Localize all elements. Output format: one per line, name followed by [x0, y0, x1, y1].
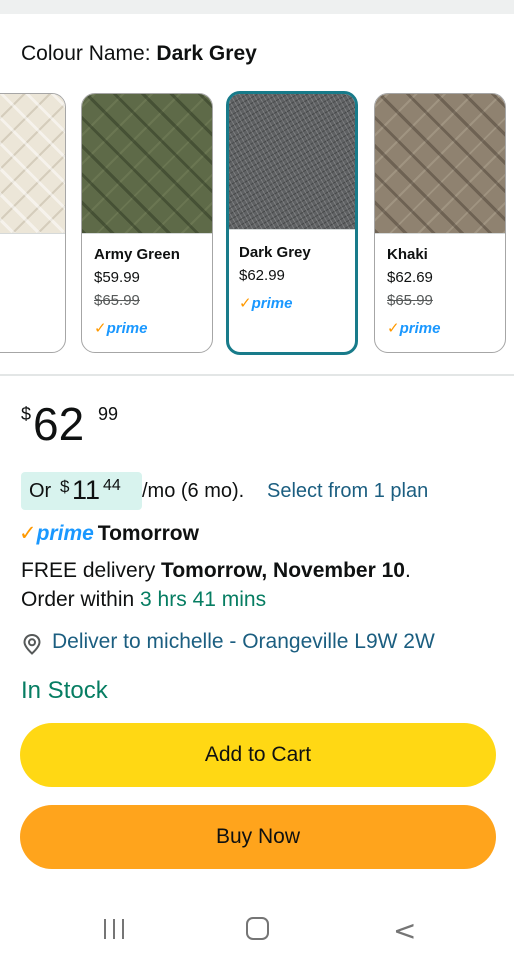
installment-term: /mo (6 mo).	[142, 480, 245, 502]
price-whole: 62	[33, 398, 85, 450]
price-currency: $	[21, 404, 32, 424]
swatch-army-green[interactable]: Army Green $59.99 $65.99 ✓prime	[81, 93, 213, 353]
swatch-name: Dark Grey	[239, 244, 311, 261]
checkmark-icon: ✓	[94, 320, 107, 337]
swatch-khaki[interactable]: Khaki $62.69 $65.99 ✓prime	[374, 93, 506, 353]
swatch-name: Army Green	[94, 246, 180, 263]
free-delivery-text: FREE delivery	[21, 559, 156, 582]
prime-word: prime	[106, 320, 148, 337]
swatch-list-price: $65.99	[387, 292, 433, 309]
swatch-image	[229, 94, 355, 230]
swatch-dark-grey[interactable]: Dark Grey $62.99 ✓prime	[226, 91, 358, 355]
add-to-cart-button[interactable]: Add to Cart	[20, 723, 496, 787]
location-pin-icon	[23, 633, 41, 655]
swatch-cream[interactable]	[0, 93, 66, 353]
swatch-prime-badge: ✓prime	[94, 319, 147, 337]
deliver-to-text: Deliver to michelle - Orangeville L9W 2W	[52, 630, 435, 653]
delivery-period: .	[404, 559, 411, 582]
checkmark-icon: ✓	[239, 295, 252, 312]
section-divider	[0, 374, 514, 376]
prime-word: prime	[251, 295, 293, 312]
colour-swatch-carousel[interactable]: Army Green $59.99 $65.99 ✓prime Dark Gre…	[0, 91, 514, 357]
swatch-image	[375, 94, 505, 234]
swatch-prime-badge: ✓prime	[387, 319, 440, 337]
checkmark-icon: ✓	[387, 320, 400, 337]
swatch-list-price: $65.99	[94, 292, 140, 309]
swatch-prime-badge: ✓prime	[239, 294, 292, 312]
swatch-name: Khaki	[387, 246, 428, 263]
prime-delivery-badge: ✓prime Tomorrow	[19, 521, 199, 549]
order-within-text: Order within	[21, 588, 135, 611]
prime-word: prime	[399, 320, 441, 337]
swatch-price: $62.99	[239, 267, 285, 284]
colour-name-value: Dark Grey	[156, 42, 257, 65]
prime-delivery-day: Tomorrow	[97, 522, 199, 545]
swatch-price: $59.99	[94, 269, 140, 286]
order-within-line: Order within 3 hrs 41 mins	[21, 585, 411, 614]
delivery-line: FREE delivery Tomorrow, November 10.	[21, 556, 411, 585]
prime-word: prime	[36, 522, 94, 545]
swatch-image	[0, 94, 65, 234]
installment-or: Or	[29, 480, 52, 502]
delivery-date: Tomorrow, November 10	[161, 559, 405, 582]
system-nav-bar: <	[0, 895, 514, 960]
installment-currency: $	[60, 477, 70, 496]
home-icon[interactable]	[246, 917, 269, 940]
installment-whole: 11	[72, 475, 101, 505]
colour-name-label: Colour Name:	[21, 42, 151, 65]
top-bar	[0, 0, 514, 14]
price-fraction: 99	[98, 404, 119, 424]
colour-name-heading: Colour Name: Dark Grey	[21, 42, 257, 66]
swatch-price: $62.69	[387, 269, 433, 286]
recent-apps-icon[interactable]	[102, 919, 126, 939]
delivery-info: FREE delivery Tomorrow, November 10. Ord…	[21, 556, 411, 614]
order-countdown: 3 hrs 41 mins	[140, 588, 267, 611]
back-icon[interactable]: <	[393, 914, 416, 947]
stock-status: In Stock	[21, 677, 108, 704]
buy-now-button[interactable]: Buy Now	[20, 805, 496, 869]
installment-fraction: 44	[103, 477, 121, 494]
checkmark-icon: ✓	[19, 522, 37, 545]
swatch-image	[82, 94, 212, 234]
select-plan-link[interactable]: Select from 1 plan	[267, 480, 428, 503]
